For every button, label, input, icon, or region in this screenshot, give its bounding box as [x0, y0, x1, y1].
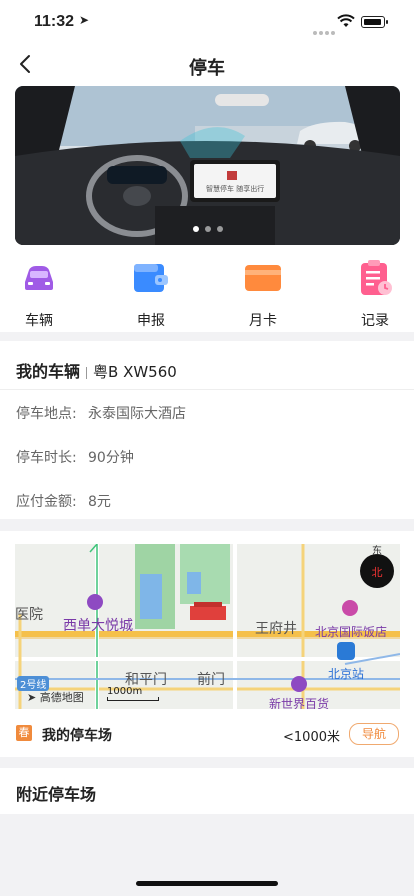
status-bar: 11:32 ➤: [0, 0, 414, 44]
map-label-hospital: 医院: [15, 607, 43, 623]
menu-label: 车辆: [25, 313, 53, 329]
info-label: 停车时长:: [16, 450, 77, 466]
page-title: 停车: [189, 58, 225, 79]
compass-east: 东: [372, 546, 382, 557]
banner-carousel[interactable]: 智慧停车 随享出行: [15, 86, 400, 245]
amap-logo-text: 高德地图: [39, 691, 84, 704]
map-label-wangfujing: 王府井: [255, 621, 297, 637]
carousel-dot[interactable]: [204, 226, 211, 232]
info-row-location: 停车地点: 永泰国际大酒店: [16, 403, 186, 423]
menu-label: 申报: [137, 313, 165, 329]
vehicle-title-text: 我的车辆: [16, 362, 81, 381]
signal-icon: [313, 20, 337, 39]
compass-icon[interactable]: 东 北: [360, 546, 394, 588]
hotel-pin-icon[interactable]: [342, 600, 358, 616]
status-time: 11:32: [34, 13, 75, 30]
quick-menu: 车辆 申报 月卡 记录: [0, 258, 414, 330]
banner-screen-text: 智慧停车 随享出行: [206, 185, 265, 193]
info-label: 应付金额:: [16, 494, 77, 510]
location-arrow-icon: ➤: [79, 13, 90, 27]
battery-icon: [361, 16, 388, 28]
shopping-pin-icon[interactable]: [87, 594, 103, 610]
divider: [0, 389, 414, 390]
menu-item-vehicle[interactable]: 车辆: [4, 258, 74, 330]
divider: [86, 366, 88, 379]
map-view[interactable]: 医院 西单大悦城 王府井 北京国际饭店 和平门 前门 北京站 新世界百货 2号线…: [15, 544, 400, 709]
plate-number: 粤B XW560: [93, 363, 177, 381]
card-icon: [245, 265, 281, 291]
vehicle-card: 我的车辆 粤B XW560 停车地点: 永泰国际大酒店 停车时长: 90分钟 应付…: [0, 341, 414, 519]
info-value: 90分钟: [88, 450, 134, 466]
my-parking-lot-row[interactable]: 春 我的停车场 <1000米 导航: [0, 715, 414, 751]
carousel-dots: [15, 217, 400, 236]
menu-item-monthly-card[interactable]: 月卡: [228, 258, 298, 330]
carousel-dot[interactable]: [216, 226, 223, 232]
map-scale: 1000m: [107, 686, 159, 701]
wifi-icon: [337, 14, 355, 27]
train-station-icon[interactable]: [337, 642, 355, 660]
info-value: 8元: [88, 494, 111, 510]
navigate-button[interactable]: 导航: [349, 723, 399, 745]
menu-label: 记录: [361, 313, 389, 329]
home-indicator[interactable]: [136, 881, 278, 886]
vehicle-title: 我的车辆 粤B XW560: [16, 358, 177, 382]
carousel-dot[interactable]: [192, 226, 199, 232]
info-label: 停车地点:: [16, 406, 77, 422]
map-label-qianmen: 前门: [197, 672, 225, 688]
info-value: 永泰国际大酒店: [88, 406, 186, 422]
nav-bar: 停车: [0, 44, 414, 86]
map-label-beijing-station: 北京站: [328, 667, 365, 681]
map-label-xinshijie: 新世界百货: [269, 697, 330, 709]
record-icon: [361, 260, 392, 295]
info-row-duration: 停车时长: 90分钟: [16, 447, 134, 467]
map-card: 医院 西单大悦城 王府井 北京国际饭店 和平门 前门 北京站 新世界百货 2号线…: [0, 531, 414, 757]
nearby-title: 附近停车场: [16, 785, 97, 804]
map-label-xidan: 西单大悦城: [63, 618, 133, 634]
map-label-beijing-hotel: 北京国际饭店: [315, 625, 388, 639]
menu-item-declare[interactable]: 申报: [116, 258, 186, 330]
menu-item-records[interactable]: 记录: [340, 258, 410, 330]
parking-lot-name: 我的停车场: [42, 728, 112, 744]
parking-lot-icon: 春: [16, 725, 32, 741]
parking-lot-distance: <1000米: [283, 730, 340, 745]
compass-north: 北: [371, 566, 383, 579]
wallet-icon: [134, 264, 168, 292]
map-scale-bar: [107, 697, 159, 701]
nearby-section: 附近停车场: [0, 768, 414, 814]
map-scale-text: 1000m: [107, 686, 143, 697]
shopping-pin-icon[interactable]: [291, 676, 307, 692]
amap-logo: ➤ 高德地图: [27, 691, 84, 704]
info-row-amount: 应付金额: 8元: [16, 491, 111, 511]
car-icon: [25, 266, 53, 290]
menu-label: 月卡: [249, 313, 277, 329]
